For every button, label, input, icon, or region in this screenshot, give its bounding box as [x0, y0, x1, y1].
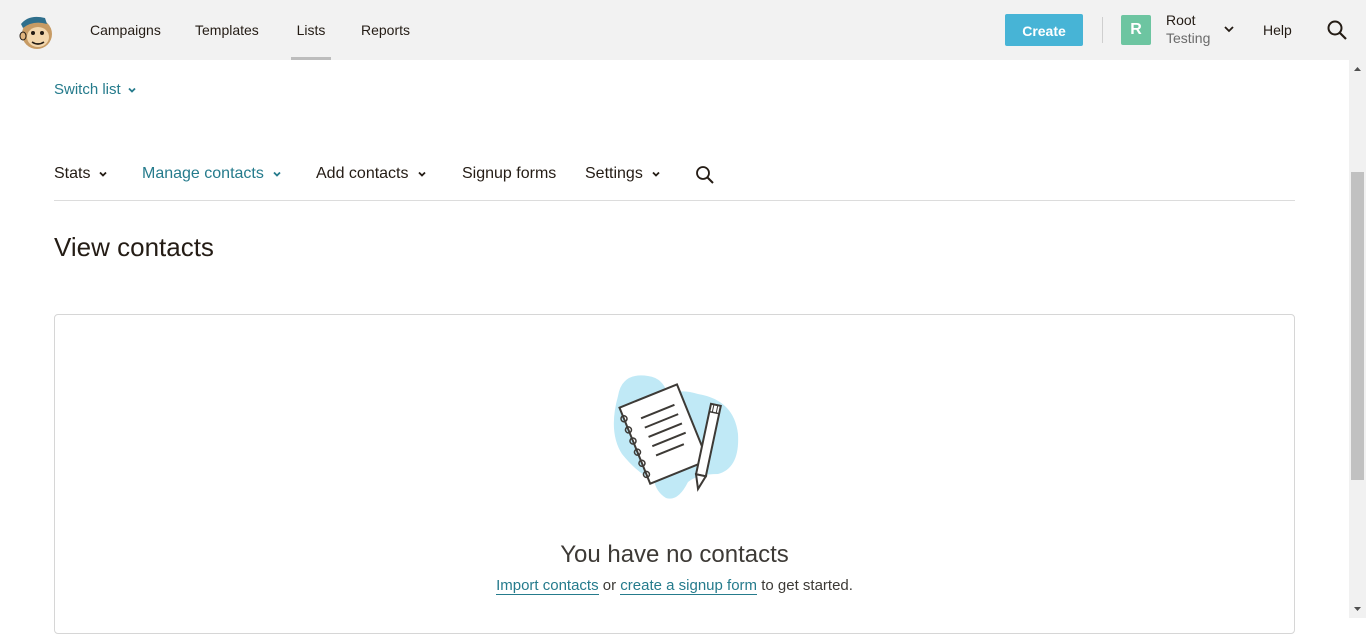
- avatar[interactable]: R: [1121, 15, 1151, 45]
- notebook-pencil-illustration-icon: [613, 375, 739, 499]
- tab-add-contacts[interactable]: Add contacts: [316, 165, 427, 183]
- chevron-down-icon: [273, 171, 281, 177]
- nav-lists[interactable]: Lists: [291, 0, 331, 60]
- scrollbar-thumb[interactable]: [1351, 172, 1364, 480]
- switch-list-dropdown[interactable]: Switch list: [54, 81, 137, 98]
- nav-campaigns[interactable]: Campaigns: [90, 0, 161, 60]
- tab-add-contacts-label: Add contacts: [316, 165, 409, 182]
- chevron-down-icon: [417, 171, 426, 177]
- scroll-down-arrow-icon[interactable]: [1352, 604, 1363, 614]
- chevron-down-icon: [128, 87, 136, 93]
- tab-settings[interactable]: Settings: [585, 165, 661, 183]
- chevron-down-icon: [99, 171, 108, 177]
- page-title: View contacts: [54, 232, 214, 262]
- empty-state-title: You have no contacts: [560, 541, 789, 568]
- empty-state-end-text: to get started.: [757, 577, 853, 594]
- chevron-down-icon: [652, 171, 660, 177]
- scroll-up-arrow-icon[interactable]: [1352, 64, 1363, 74]
- tab-stats[interactable]: Stats: [54, 165, 108, 183]
- mailchimp-logo-icon[interactable]: [17, 12, 55, 50]
- create-button[interactable]: Create: [1005, 14, 1083, 46]
- nav-templates[interactable]: Templates: [195, 0, 259, 60]
- import-contacts-link[interactable]: Import contacts: [496, 577, 599, 595]
- create-signup-form-link[interactable]: create a signup form: [620, 577, 758, 595]
- empty-state-text: Import contacts or create a signup form …: [54, 577, 1295, 595]
- tab-stats-label: Stats: [54, 165, 91, 182]
- search-icon[interactable]: [695, 165, 715, 185]
- top-navigation-bar: Campaigns Templates Lists Reports Create…: [0, 0, 1366, 60]
- empty-state-or-text: or: [598, 577, 621, 594]
- list-subnav: Stats Manage contacts Add contacts Signu…: [54, 160, 1295, 201]
- divider: [1102, 17, 1103, 43]
- nav-reports[interactable]: Reports: [361, 0, 410, 60]
- account-name[interactable]: Root: [1166, 12, 1196, 28]
- chevron-down-icon[interactable]: [1222, 22, 1236, 36]
- search-icon[interactable]: [1326, 19, 1348, 41]
- account-org[interactable]: Testing: [1166, 30, 1210, 46]
- tab-signup-forms[interactable]: Signup forms: [462, 165, 556, 183]
- help-link[interactable]: Help: [1263, 0, 1292, 60]
- tab-manage-contacts-label: Manage contacts: [142, 165, 264, 182]
- tab-signup-forms-label: Signup forms: [462, 165, 557, 182]
- switch-list-label: Switch list: [54, 81, 121, 98]
- tab-manage-contacts[interactable]: Manage contacts: [142, 165, 282, 183]
- tab-settings-label: Settings: [585, 165, 643, 182]
